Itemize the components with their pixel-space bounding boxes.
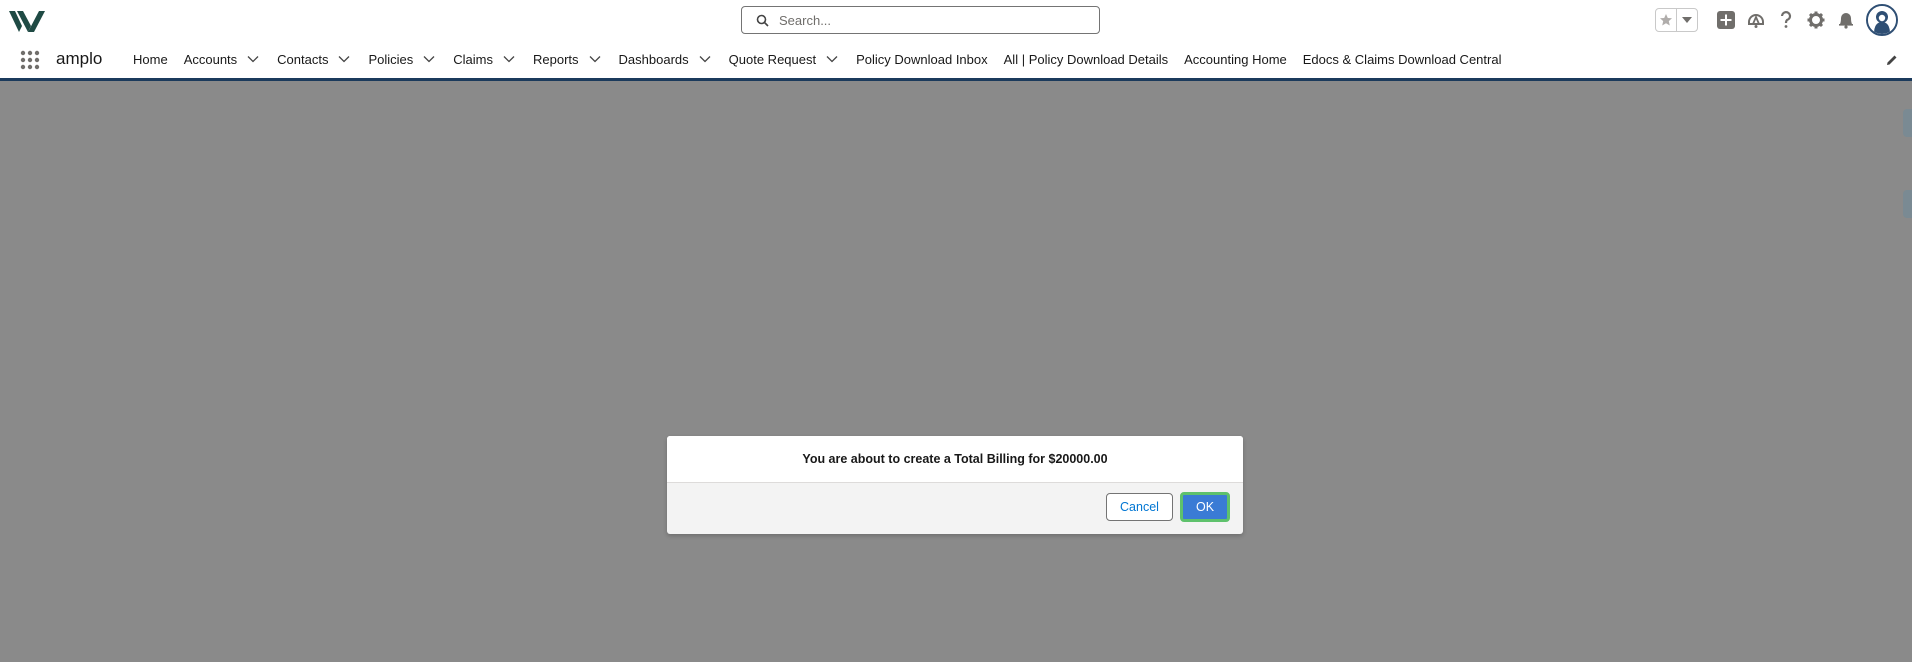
confirm-dialog-message: You are about to create a Total Billing … (667, 436, 1243, 483)
nav-item-label: All | Policy Download Details (1003, 51, 1169, 67)
nav-item-reports[interactable]: Reports (525, 40, 611, 78)
nav-item-all-policy-download-details[interactable]: All | Policy Download Details (996, 40, 1177, 78)
header-actions (1655, 6, 1865, 34)
nav-item-home[interactable]: Home (125, 40, 176, 78)
trailhead-guidance-icon[interactable] (1745, 9, 1767, 31)
nav-item-quote-request[interactable]: Quote Request (721, 40, 848, 78)
chevron-down-icon[interactable] (699, 55, 711, 63)
nav-item-label: Dashboards (618, 51, 689, 67)
app-name: amplo (56, 49, 103, 68)
app-navigation-bar: amplo Home Accounts Contacts Policies Cl… (0, 40, 1912, 81)
confirm-dialog-footer: Cancel OK (667, 483, 1243, 534)
edit-nav-pencil-icon[interactable] (1886, 53, 1898, 71)
nav-item-policies[interactable]: Policies (360, 40, 445, 78)
nav-item-label: Accounting Home (1184, 51, 1287, 67)
chevron-down-icon[interactable] (826, 55, 838, 63)
help-icon[interactable] (1775, 9, 1797, 31)
nav-item-label: Policies (368, 51, 414, 67)
chevron-down-icon[interactable] (589, 55, 601, 63)
favorites-group (1655, 8, 1698, 32)
global-search-box[interactable] (741, 6, 1100, 34)
search-input[interactable] (777, 11, 1081, 29)
nav-item-label: Home (133, 51, 168, 67)
chevron-down-icon[interactable] (338, 55, 350, 63)
favorite-star-icon[interactable] (1656, 9, 1676, 31)
nav-item-label: Reports (533, 51, 579, 67)
global-header (0, 0, 1912, 40)
nav-item-label: Claims (453, 51, 494, 67)
nav-item-label: Contacts (277, 51, 329, 67)
nav-item-label: Quote Request (728, 51, 817, 67)
chevron-down-icon[interactable] (503, 55, 515, 63)
nav-items: Home Accounts Contacts Policies Claims R… (125, 40, 1509, 78)
nav-item-edocs-claims-download-central[interactable]: Edocs & Claims Download Central (1295, 40, 1510, 78)
cancel-button[interactable]: Cancel (1106, 493, 1173, 521)
app-launcher-icon[interactable] (20, 50, 40, 70)
chevron-down-icon[interactable] (423, 55, 435, 63)
company-logo[interactable] (9, 8, 45, 32)
ok-button[interactable]: OK (1180, 492, 1230, 522)
utility-side-tab[interactable] (1903, 190, 1912, 218)
chevron-down-icon[interactable] (247, 55, 259, 63)
nav-item-accounting-home[interactable]: Accounting Home (1176, 40, 1295, 78)
nav-item-dashboards[interactable]: Dashboards (611, 40, 721, 78)
nav-item-label: Edocs & Claims Download Central (1302, 51, 1502, 67)
notifications-bell-icon[interactable] (1835, 9, 1857, 31)
nav-item-label: Accounts (183, 51, 238, 67)
search-icon (756, 14, 769, 27)
nav-item-accounts[interactable]: Accounts (176, 40, 269, 78)
nav-item-claims[interactable]: Claims (445, 40, 525, 78)
nav-item-policy-download-inbox[interactable]: Policy Download Inbox (848, 40, 996, 78)
utility-side-tab[interactable] (1903, 109, 1912, 137)
setup-gear-icon[interactable] (1805, 9, 1827, 31)
global-create-icon[interactable] (1715, 9, 1737, 31)
nav-item-contacts[interactable]: Contacts (269, 40, 360, 78)
confirm-dialog: You are about to create a Total Billing … (667, 436, 1243, 534)
nav-item-label: Policy Download Inbox (856, 51, 988, 67)
favorites-dropdown-icon[interactable] (1676, 9, 1697, 31)
user-avatar[interactable] (1866, 4, 1898, 36)
